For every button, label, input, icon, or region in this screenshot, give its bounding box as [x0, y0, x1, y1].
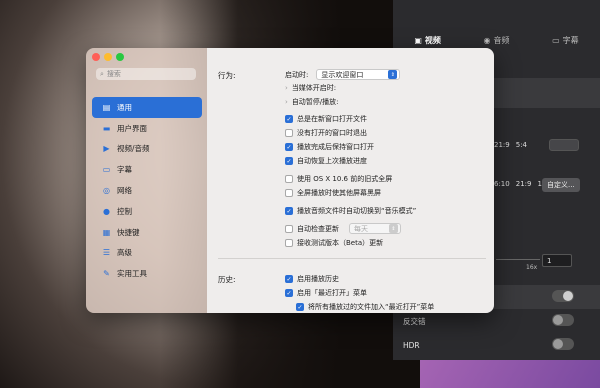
music-mode-row[interactable]: ✓ 播放音频文件时自动切换到“音乐模式”: [285, 206, 416, 216]
hdr-label: HDR: [403, 341, 420, 350]
launch-row: 启动时: 显示欢迎窗口 ⇕: [285, 69, 401, 80]
advanced-icon: ☰: [102, 248, 111, 258]
launch-popup[interactable]: 显示欢迎窗口 ⇕: [316, 69, 401, 80]
checkbox-checked[interactable]: ✓: [285, 207, 293, 215]
video-icon: ▣: [414, 35, 422, 45]
ratio-option[interactable]: 5:4: [516, 141, 527, 149]
tab-subtitle[interactable]: ▭ 字幕: [552, 30, 579, 50]
ratio-option[interactable]: 21:9: [494, 141, 510, 149]
sidebar-item-shortcuts[interactable]: ▦ 快捷键: [92, 222, 202, 243]
subtitle-icon: ▭: [102, 165, 111, 175]
chevron-right-icon: ›: [285, 84, 288, 92]
sidebar-nav: ▤ 通用 ▬ 用户界面 ▶ 视频/音频 ▭ 字幕 ◎ 网络 ● 控制 ▦ 快捷键…: [92, 97, 202, 284]
checkbox-row[interactable]: ✓ 总是在新窗口打开文件: [285, 114, 367, 124]
checkbox-checked[interactable]: ✓: [296, 303, 304, 311]
sidebar-item-advanced[interactable]: ☰ 高级: [92, 243, 202, 264]
aspect-ratio-row: 21:9 5:4: [494, 141, 527, 149]
checkbox-unchecked[interactable]: [285, 189, 293, 197]
hdr-toggle[interactable]: [552, 338, 574, 350]
checkbox-row[interactable]: ✓ 播放完成后保持窗口打开: [285, 142, 374, 152]
checkbox-row[interactable]: 使用 OS X 10.6 前的旧式全屏: [285, 174, 392, 184]
close-button[interactable]: [92, 53, 100, 61]
speed-slider[interactable]: [496, 259, 540, 260]
tools-icon: ✎: [103, 269, 110, 279]
play-icon: ▶: [103, 144, 110, 154]
checkbox-checked[interactable]: ✓: [285, 157, 293, 165]
tab-video[interactable]: ▣ 视频: [414, 30, 441, 50]
ui-icon: ▬: [102, 123, 111, 133]
checkbox-row[interactable]: 全屏播放时使其他屏幕黑屏: [285, 188, 381, 198]
custom-crop-button[interactable]: 自定义...: [542, 178, 580, 192]
preferences-content: 行为: 启动时: 显示欢迎窗口 ⇕ › 当媒体开启时: › 自动暂停/播放: ✓…: [207, 48, 494, 313]
checkbox-checked[interactable]: ✓: [285, 143, 293, 151]
audio-icon: ◉: [483, 35, 491, 45]
behavior-section-label: 行为:: [218, 71, 236, 80]
sidebar-item-utilities[interactable]: ✎ 实用工具: [92, 263, 202, 284]
search-field[interactable]: ⌕ 搜索: [96, 68, 196, 80]
control-icon: ●: [103, 206, 110, 216]
ratio-option[interactable]: 6:10: [494, 180, 510, 188]
sidebar-item-ui[interactable]: ▬ 用户界面: [92, 118, 202, 139]
popup-arrows-icon: ⇕: [388, 70, 398, 79]
keyboard-icon: ▦: [102, 227, 111, 237]
checkbox-row[interactable]: 没有打开的窗口时退出: [285, 128, 367, 138]
search-placeholder: 搜索: [106, 70, 121, 78]
window-controls: [92, 53, 124, 61]
checkbox-checked[interactable]: ✓: [285, 275, 293, 283]
speed-tick-label: 16x: [526, 264, 538, 271]
sidebar-item-subtitles[interactable]: ▭ 字幕: [92, 159, 202, 180]
checkbox-unchecked[interactable]: [285, 239, 293, 247]
section-divider: [218, 258, 486, 259]
preferences-window: ⌕ 搜索 ▤ 通用 ▬ 用户界面 ▶ 视频/音频 ▭ 字幕 ◎ 网络 ● 控制 …: [86, 48, 494, 313]
subtitle-icon: ▭: [552, 35, 560, 45]
checkbox-unchecked[interactable]: [285, 175, 293, 183]
history-section-label: 历史:: [218, 275, 236, 284]
auto-pause-disclosure[interactable]: › 自动暂停/播放:: [285, 97, 339, 107]
sidebar-item-video-audio[interactable]: ▶ 视频/音频: [92, 139, 202, 160]
checkbox-unchecked[interactable]: [285, 129, 293, 137]
beta-row[interactable]: 接收测试版本（Beta）更新: [285, 238, 383, 248]
checkbox-row[interactable]: ✓ 启用「最近打开」菜单: [285, 288, 367, 298]
checkbox-row[interactable]: ✓ 将所有播放过的文件加入“最近打开”菜单: [296, 302, 434, 312]
sidebar-item-control[interactable]: ● 控制: [92, 201, 202, 222]
chevron-right-icon: ›: [285, 98, 288, 106]
auto-update-row[interactable]: 自动检查更新 每天 ⇕: [285, 223, 401, 234]
tab-audio[interactable]: ◉ 音频: [484, 30, 510, 50]
crop-ratio-row: 6:10 21:9 1:1: [494, 180, 549, 188]
checkbox-row[interactable]: ✓ 启用播放历史: [285, 274, 339, 284]
on-open-disclosure[interactable]: › 当媒体开启时:: [285, 83, 336, 93]
checkbox-unchecked[interactable]: [285, 224, 293, 233]
checkbox-checked[interactable]: ✓: [285, 115, 293, 123]
ratio-option[interactable]: 21:9: [516, 180, 532, 188]
checkbox-checked[interactable]: ✓: [285, 289, 293, 297]
sidebar-item-network[interactable]: ◎ 网络: [92, 180, 202, 201]
popup-arrows-icon: ⇕: [389, 224, 398, 233]
deinterlace-label: 反交错: [403, 317, 426, 326]
search-icon: ⌕: [100, 69, 104, 78]
sidebar-item-general[interactable]: ▤ 通用: [92, 97, 202, 118]
checkbox-row[interactable]: ✓ 自动恢复上次播放进度: [285, 156, 367, 166]
minimize-button[interactable]: [104, 53, 112, 61]
update-frequency-popup[interactable]: 每天 ⇕: [349, 223, 401, 234]
zoom-button[interactable]: [116, 53, 124, 61]
launch-label: 启动时:: [285, 70, 309, 79]
general-icon: ▤: [102, 102, 111, 112]
preferences-sidebar: ⌕ 搜索 ▤ 通用 ▬ 用户界面 ▶ 视频/音频 ▭ 字幕 ◎ 网络 ● 控制 …: [86, 48, 207, 313]
deinterlace-toggle[interactable]: [552, 314, 574, 326]
ratio-custom-box[interactable]: [549, 139, 579, 151]
speed-input[interactable]: 1: [542, 254, 572, 267]
toggle-switch[interactable]: [552, 290, 574, 302]
network-icon: ◎: [103, 186, 110, 196]
player-tab-bar: ▣ 视频 ◉ 音频 ▭ 字幕: [393, 0, 600, 50]
